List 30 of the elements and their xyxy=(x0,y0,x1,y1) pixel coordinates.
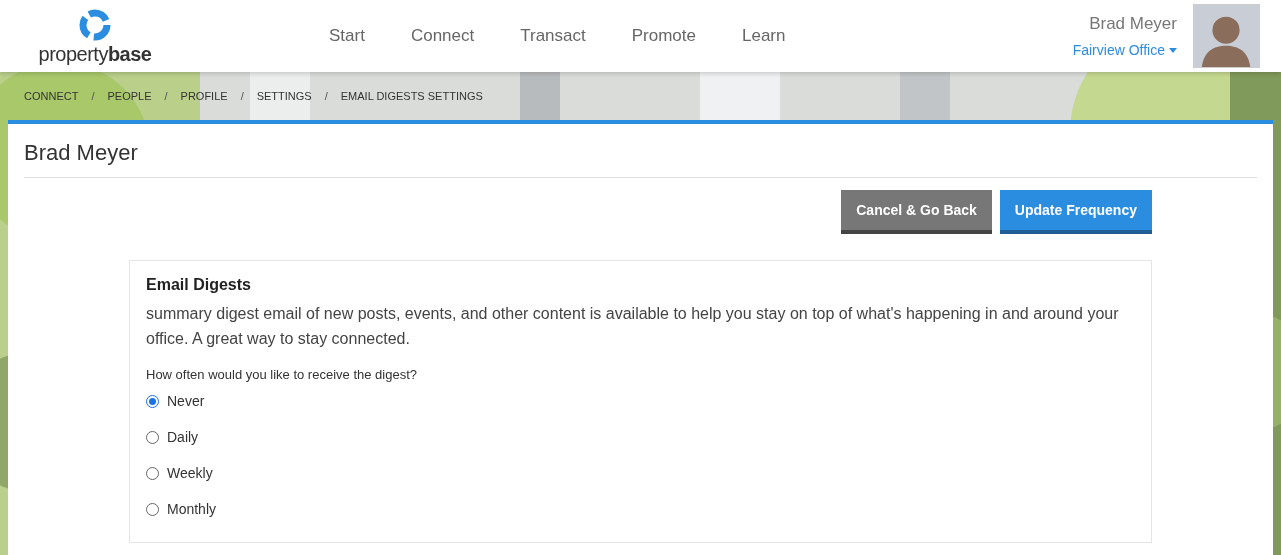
page-title: Brad Meyer xyxy=(24,124,1257,178)
nav-link[interactable]: Transact xyxy=(499,15,607,57)
breadcrumb-separator: / xyxy=(324,88,328,104)
office-dropdown[interactable]: Fairview Office xyxy=(1072,40,1177,62)
breadcrumb-separator: / xyxy=(240,88,244,104)
radio-label: Never xyxy=(167,391,205,411)
breadcrumb-link[interactable]: CONNECT xyxy=(24,87,79,105)
nav-link[interactable]: Promote xyxy=(610,15,717,57)
update-button[interactable]: Update Frequency xyxy=(999,190,1152,234)
radio-label: Monthly xyxy=(167,499,217,519)
breadcrumb-link[interactable]: PEOPLE xyxy=(107,87,152,105)
panel-title: Email Digests xyxy=(146,275,252,295)
caret-icon xyxy=(1169,48,1177,54)
breadcrumb-link[interactable]: PROFILE xyxy=(180,87,228,105)
question-label: How often would you like to receive the digest? xyxy=(146,366,418,384)
breadcrumb-link[interactable]: SETTINGS xyxy=(256,87,312,105)
cancel-button[interactable]: Cancel & Go Back xyxy=(841,190,992,234)
breadcrumb-separator: / xyxy=(164,88,168,104)
nav-link[interactable]: Connect xyxy=(389,15,496,57)
nav-link[interactable]: Learn xyxy=(721,15,807,57)
nav-link[interactable]: Start xyxy=(308,15,386,57)
radio-label: Daily xyxy=(167,427,199,447)
user-name: Brad Meyer xyxy=(1089,12,1177,35)
panel-description: summary digest email of new posts, events, and other content is available to help you stay on top of what's happening in and around your office. A great way to stay connected. xyxy=(146,304,1120,349)
breadcrumb-link[interactable]: EMAIL DIGESTS SETTINGS xyxy=(340,87,483,105)
breadcrumb-separator: / xyxy=(91,88,95,104)
radio-label: Weekly xyxy=(167,463,213,483)
logo-text: propertybase xyxy=(38,44,152,64)
avatar[interactable] xyxy=(1193,4,1260,68)
logo-icon xyxy=(78,8,112,42)
